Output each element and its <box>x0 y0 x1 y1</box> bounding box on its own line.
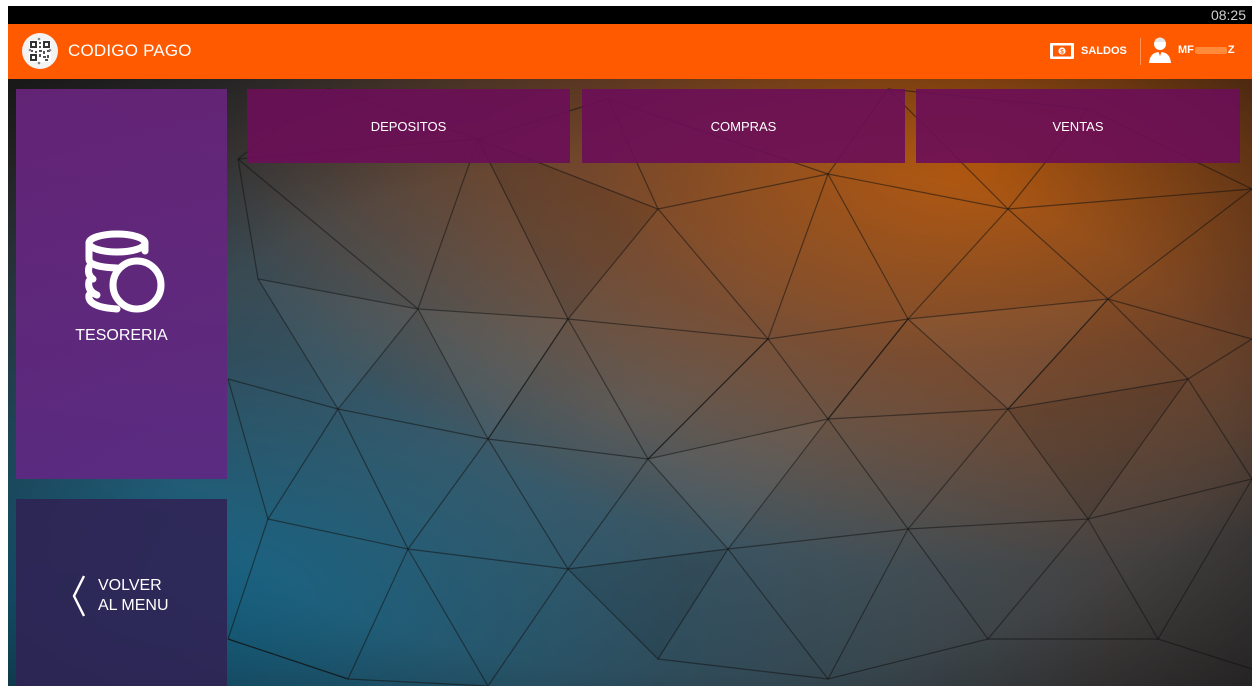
qr-logo-icon[interactable] <box>22 33 58 69</box>
back-to-menu-button[interactable]: VOLVER AL MENU <box>16 499 227 686</box>
user-profile-button[interactable]: MF Z <box>1148 35 1235 65</box>
coins-icon <box>85 230 165 313</box>
status-clock: 08:25 <box>1210 7 1246 23</box>
tab-ventas[interactable]: VENTAS <box>916 89 1240 163</box>
tab-compras[interactable]: COMPRAS <box>582 89 905 163</box>
tab-compras-label: COMPRAS <box>710 118 777 134</box>
device-screen: 08:25 CODIGO PAGO $ SALDOS MF Z TESORERI… <box>8 6 1252 686</box>
tab-ventas-label: VENTAS <box>1052 118 1104 134</box>
back-label-line2: AL MENU <box>98 597 169 614</box>
money-icon: $ <box>1050 43 1074 59</box>
main-content: TESORERIA VOLVER AL MENU DEPOSITOS COMPR… <box>8 79 1252 686</box>
app-bar: CODIGO PAGO $ SALDOS MF Z <box>8 24 1252 79</box>
user-avatar-icon <box>1149 37 1171 63</box>
tesoreria-tile[interactable]: TESORERIA <box>16 89 227 479</box>
back-to-menu-label: VOLVER AL MENU <box>98 576 169 616</box>
back-label-line1: VOLVER <box>98 577 162 594</box>
tesoreria-label: TESORERIA <box>75 327 168 344</box>
user-name-prefix: MF <box>1178 44 1194 56</box>
user-name-redacted <box>1194 46 1227 54</box>
saldos-label: SALDOS <box>1081 45 1127 57</box>
user-name-suffix: Z <box>1227 44 1235 56</box>
app-title: CODIGO PAGO <box>68 41 192 60</box>
status-bar: 08:25 <box>8 6 1252 24</box>
chevron-left-icon <box>72 575 86 617</box>
tab-depositos[interactable]: DEPOSITOS <box>247 89 570 163</box>
tab-depositos-label: DEPOSITOS <box>370 118 447 134</box>
saldos-button[interactable]: $ SALDOS <box>1049 39 1127 63</box>
appbar-divider <box>1140 38 1141 65</box>
